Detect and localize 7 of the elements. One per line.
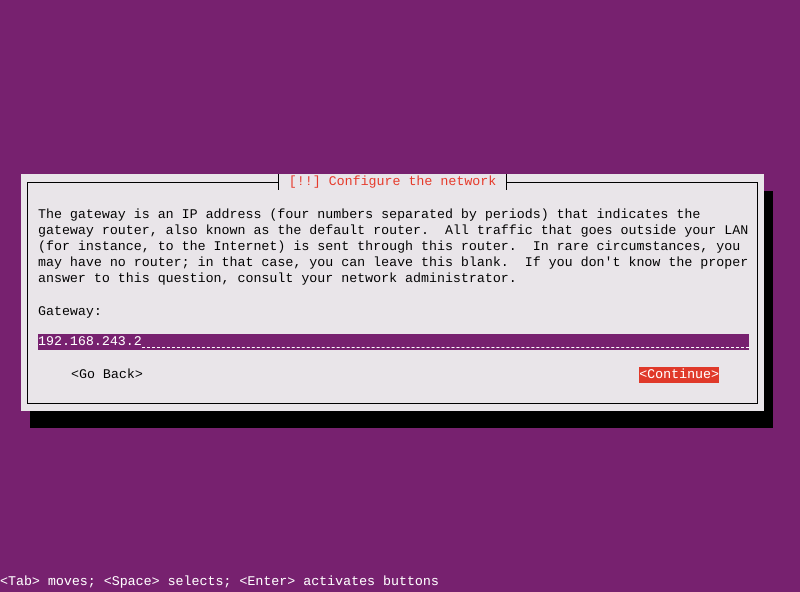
dialog-button[interactable]: <Continue> [639,367,719,383]
description-text: The gateway is an IP address (four numbers separated by periods) that indicates the gateway router, also known as the default router. All traffic that goes outside your LAN (for instance, to the Internet) is sent through this router. In rare circumstances, you may have no router; in that case, you can leave this blank. If you don't know the proper answer to this question, consult your network administrator. [38,207,749,287]
status-bar-text: <Tab> moves; <Space> selects; <Enter> activates buttons [0,574,440,590]
dialog-button[interactable]: <Go Back> [71,367,143,383]
gateway-label: Gateway: [38,304,103,320]
dialog-title: [!!] Configure the network [278,174,508,190]
gateway-input-field[interactable]: 192.168.243.2 [38,334,749,350]
